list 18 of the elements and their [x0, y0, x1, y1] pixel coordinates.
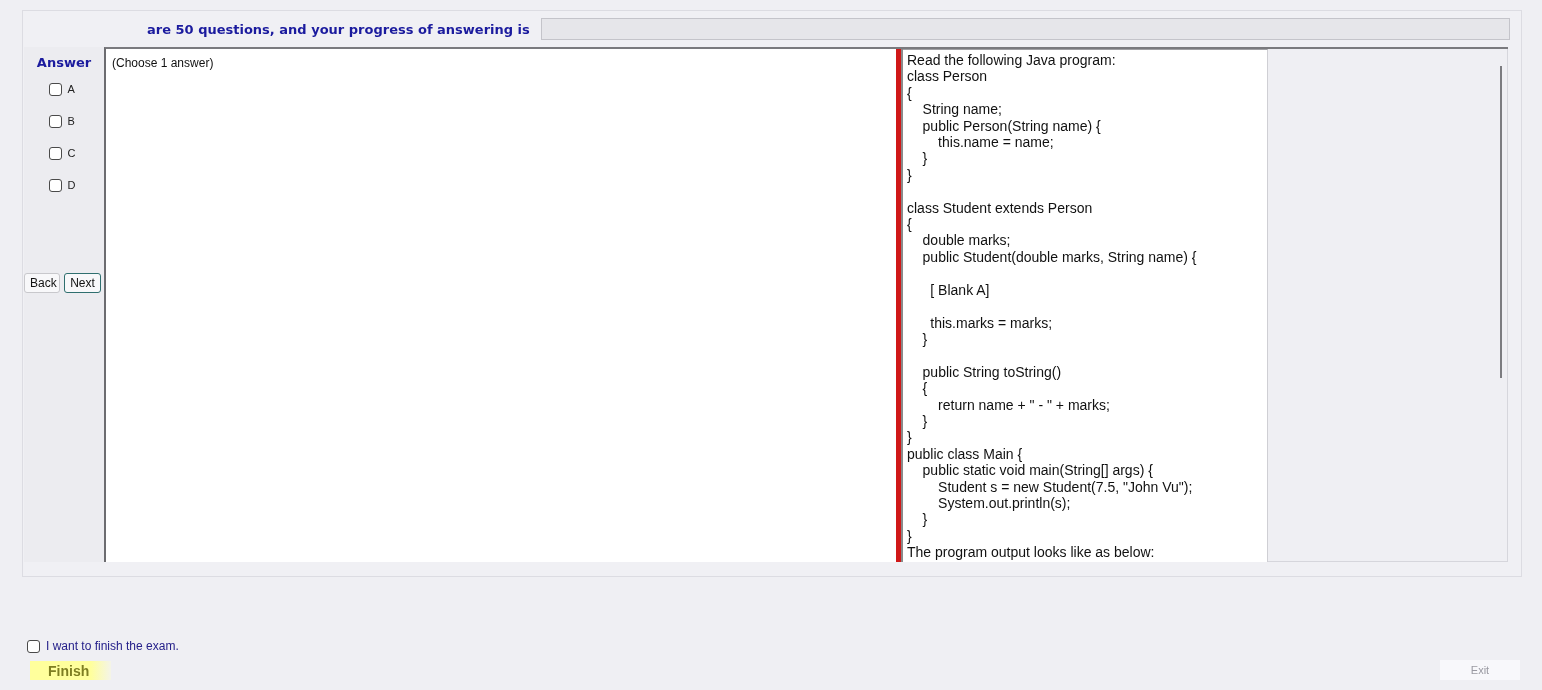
scrollbar-thumb[interactable] [1500, 66, 1502, 378]
finish-button[interactable]: Finish [30, 661, 111, 680]
confirm-label: I want to finish the exam. [46, 639, 179, 653]
checkbox[interactable] [48, 114, 62, 128]
nav-button[interactable]: Back [24, 273, 60, 293]
option-label: A [67, 83, 76, 95]
checkbox[interactable] [48, 146, 62, 160]
question-text: Read the following Java program: class Person { String name; public Person(String name) { this.name = name; } } class Student extends Person { double marks; public Student(double marks, String name) { [ Blank A] this.marks = marks; } public String toString() { return name + " - " + marks; } } public class Main { public static void main(String[] args) { Student s = new Student(7.5, "John Vu"); System.out.println(s); } } The program output looks like as below: [907, 52, 1198, 561]
progress-label: are 50 questions, and your progress of answering is [147, 21, 530, 37]
nav-button[interactable]: Next [64, 273, 101, 293]
checkbox[interactable] [27, 639, 40, 653]
option-label: C [67, 147, 77, 159]
option-label: B [67, 115, 76, 127]
answer-title: Answer [36, 55, 92, 70]
checkbox[interactable] [48, 178, 62, 192]
option-label: D [67, 179, 77, 191]
instruction-text: (Choose 1 answer) [112, 56, 214, 70]
checkbox[interactable] [48, 82, 62, 96]
